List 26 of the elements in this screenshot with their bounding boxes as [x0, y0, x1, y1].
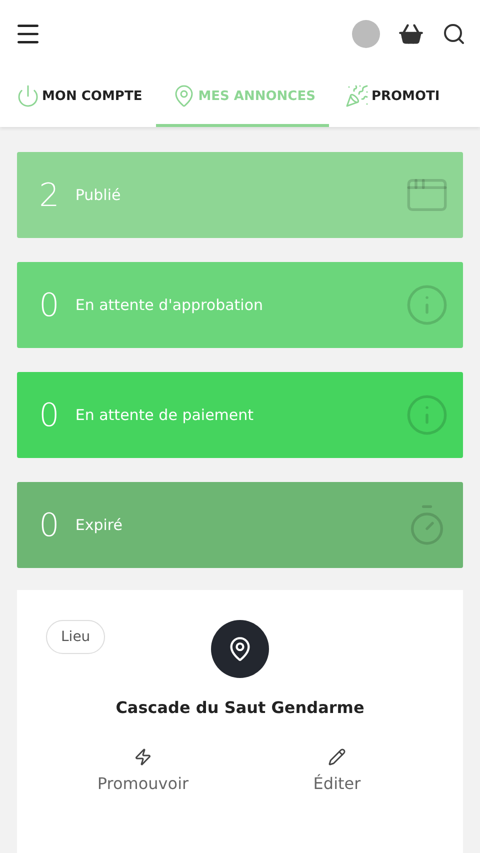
status-card[interactable]: 0 En attente d'approbation	[17, 262, 463, 348]
status-card[interactable]: 2 Publié	[17, 152, 463, 238]
action-button[interactable]: Éditer	[240, 747, 434, 794]
action-button[interactable]: Promouvoir	[46, 747, 240, 794]
listing-title: Cascade du Saut Gendarme	[116, 698, 364, 717]
status-count: 2	[39, 176, 60, 214]
party-popper-icon	[345, 84, 370, 108]
info-icon	[405, 283, 449, 327]
tab[interactable]: PROMOTI	[329, 68, 454, 127]
status-card[interactable]: 0 Expiré	[17, 482, 463, 568]
tab[interactable]: MON COMPTE	[0, 68, 156, 127]
lightning-icon	[134, 748, 152, 766]
status-label: En attente d'approbation	[75, 296, 264, 314]
status-label: En attente de paiement	[75, 406, 255, 424]
status-label: Publié	[75, 186, 122, 204]
category-tag: Lieu	[46, 620, 106, 654]
pencil-icon	[328, 748, 346, 766]
tab[interactable]: MES ANNONCES	[156, 68, 330, 127]
status-count: 0	[39, 506, 60, 544]
search-icon[interactable]	[442, 22, 466, 46]
info-icon	[405, 393, 449, 437]
status-count: 0	[39, 286, 60, 324]
status-card[interactable]: 0 En attente de paiement	[17, 372, 463, 458]
status-count: 0	[39, 396, 60, 434]
status-label: Expiré	[75, 516, 124, 534]
power-icon	[16, 84, 40, 108]
